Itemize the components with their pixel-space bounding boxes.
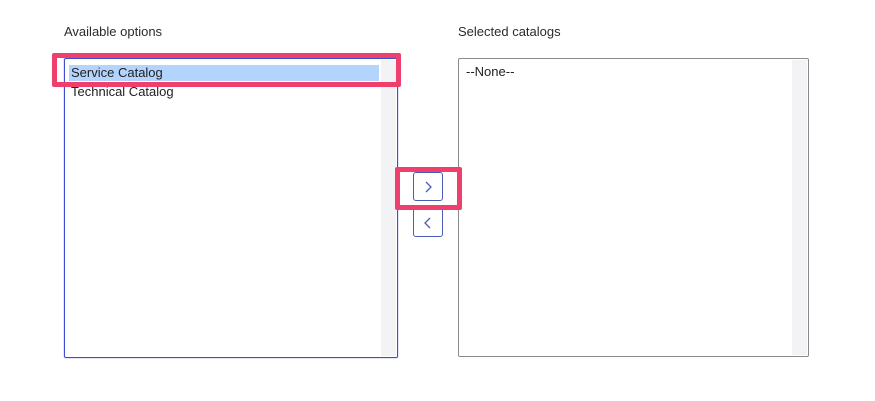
option-none[interactable]: --None--	[464, 64, 514, 80]
remove-from-selected-button[interactable]	[413, 208, 443, 237]
selected-catalogs-label: Selected catalogs	[458, 24, 561, 39]
slushbucket-widget: Available options Selected catalogs Serv…	[0, 0, 875, 401]
add-to-selected-button[interactable]	[413, 172, 443, 201]
option-service-catalog[interactable]: Service Catalog	[69, 65, 379, 81]
chevron-left-icon	[424, 217, 431, 228]
chevron-right-icon	[425, 181, 432, 192]
available-options-label: Available options	[64, 24, 163, 39]
option-technical-catalog[interactable]: Technical Catalog	[69, 84, 174, 100]
available-options-list[interactable]: Service Catalog Technical Catalog	[64, 58, 398, 358]
selected-catalogs-list[interactable]: --None--	[458, 58, 809, 357]
available-list-scrollbar[interactable]	[381, 60, 396, 356]
selected-list-scrollbar[interactable]	[792, 60, 807, 355]
